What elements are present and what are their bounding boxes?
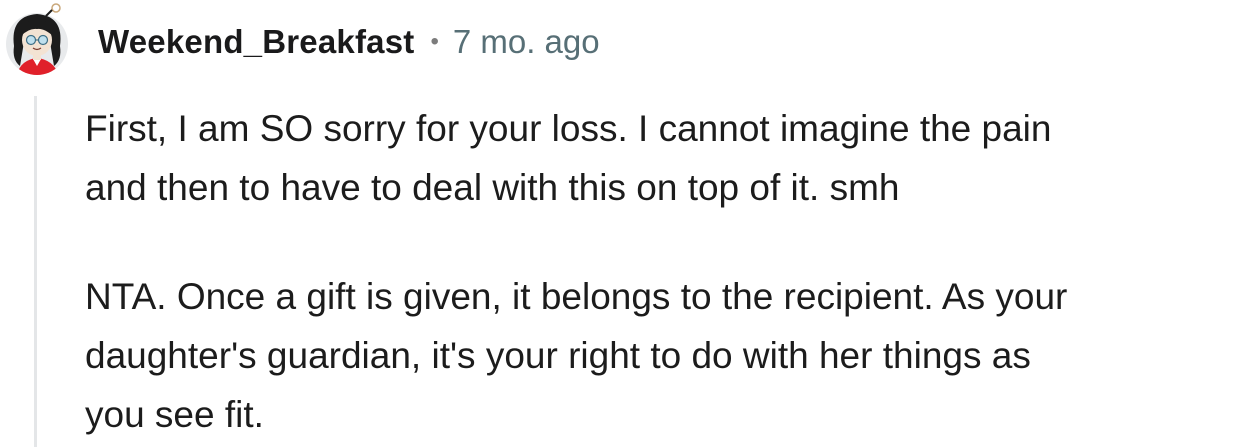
- comment-text-line: First, I am SO sorry for your loss. I ca…: [85, 108, 1052, 149]
- comment-paragraph: First, I am SO sorry for your loss. I ca…: [85, 99, 1253, 217]
- user-avatar[interactable]: [4, 2, 74, 76]
- comment-paragraph: NTA. Once a gift is given, it belongs to…: [85, 267, 1253, 444]
- comment-text-line: you see fit.: [85, 394, 264, 435]
- comment-header: Weekend_Breakfast • 7 mo. ago: [98, 18, 600, 66]
- comment-body: First, I am SO sorry for your loss. I ca…: [85, 99, 1253, 444]
- comment-timestamp[interactable]: 7 mo. ago: [453, 23, 600, 61]
- avatar-icon: [6, 3, 68, 75]
- comment-text-line: and then to have to deal with this on to…: [85, 167, 900, 208]
- username-link[interactable]: Weekend_Breakfast: [98, 23, 414, 61]
- comment: Weekend_Breakfast • 7 mo. ago First, I a…: [0, 0, 1255, 447]
- meta-separator: •: [430, 28, 439, 55]
- comment-text-line: NTA. Once a gift is given, it belongs to…: [85, 276, 1068, 317]
- comment-text-line: daughter's guardian, it's your right to …: [85, 335, 1031, 376]
- thread-collapse-line[interactable]: [34, 96, 37, 447]
